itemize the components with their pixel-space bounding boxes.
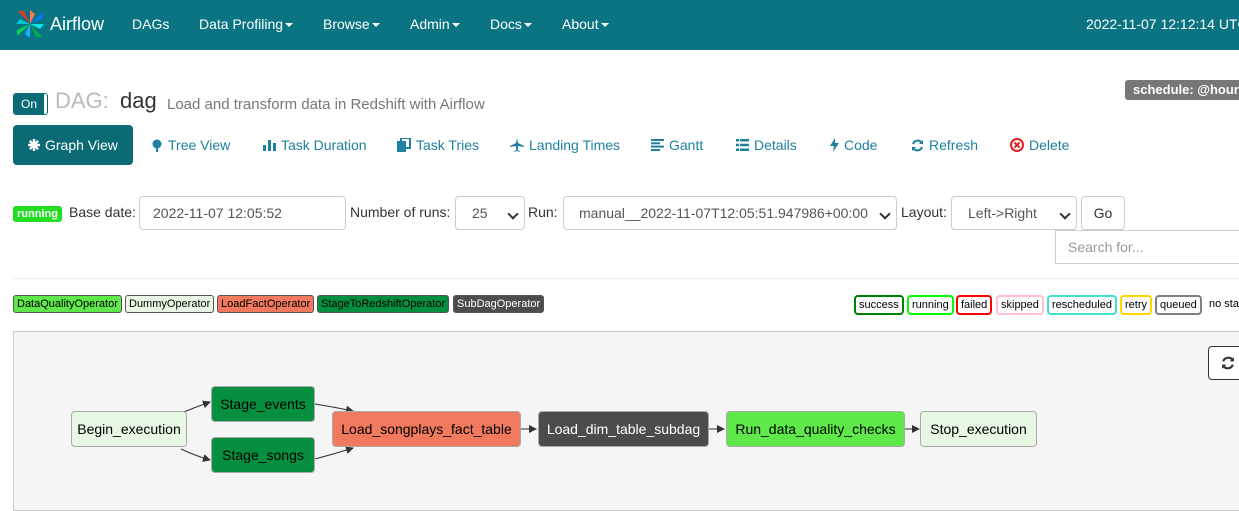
duplicate-icon bbox=[397, 138, 411, 152]
node-stop-execution[interactable]: Stop_execution bbox=[920, 411, 1037, 447]
operator-legend-item: DummyOperator bbox=[125, 295, 215, 313]
dag-prefix: DAG: bbox=[55, 88, 109, 113]
divider bbox=[13, 278, 1239, 279]
dag-description: Load and transform data in Redshift with… bbox=[167, 96, 485, 113]
tab-code[interactable]: Code bbox=[830, 125, 877, 165]
flash-icon bbox=[830, 138, 839, 152]
caret-down-icon bbox=[523, 23, 532, 28]
state-legend-item[interactable]: running bbox=[907, 295, 954, 315]
layout-select[interactable]: Left->Right bbox=[951, 196, 1077, 230]
node-stage-songs[interactable]: Stage_songs bbox=[211, 437, 315, 473]
bar-chart-icon bbox=[263, 140, 276, 151]
refresh-icon bbox=[1222, 356, 1234, 370]
schedule-badge: schedule: @hourly bbox=[1125, 80, 1239, 100]
airflow-logo-icon bbox=[16, 10, 44, 38]
tab-delete[interactable]: Delete bbox=[1010, 125, 1069, 165]
state-legend-item[interactable]: skipped bbox=[996, 295, 1044, 315]
tab-landing-times[interactable]: Landing Times bbox=[510, 125, 620, 165]
edge-begin-stage-songs bbox=[180, 448, 211, 462]
state-legend-item[interactable]: retry bbox=[1120, 295, 1152, 315]
edge-stage-events-load-fact bbox=[314, 403, 354, 414]
edge-stage-songs-load-fact bbox=[314, 446, 354, 460]
tab-graph-view[interactable]: Graph View bbox=[13, 125, 133, 165]
nav-data-profiling[interactable]: Data Profiling bbox=[199, 16, 294, 32]
graph-refresh-button[interactable] bbox=[1208, 346, 1239, 380]
nav-browse[interactable]: Browse bbox=[323, 16, 380, 32]
nav-docs[interactable]: Docs bbox=[490, 16, 532, 32]
go-button[interactable]: Go bbox=[1081, 196, 1125, 230]
remove-circle-icon bbox=[1010, 138, 1024, 152]
caret-down-icon bbox=[451, 23, 460, 28]
node-load-dim-table-subdag[interactable]: Load_dim_table_subdag bbox=[538, 411, 709, 447]
state-legend-item[interactable]: queued bbox=[1155, 295, 1202, 315]
caret-down-icon bbox=[285, 23, 294, 28]
node-stage-events[interactable]: Stage_events bbox=[211, 386, 315, 422]
plane-icon bbox=[510, 138, 524, 152]
state-legend-item[interactable]: failed bbox=[956, 295, 993, 315]
tab-task-duration[interactable]: Task Duration bbox=[263, 125, 367, 165]
tab-details[interactable]: Details bbox=[736, 125, 797, 165]
run-select[interactable]: manual__2022-11-07T12:05:51.947986+00:00 bbox=[563, 196, 897, 230]
dag-name: dag bbox=[120, 88, 157, 113]
tree-icon bbox=[152, 139, 162, 152]
caret-down-icon bbox=[600, 23, 609, 28]
tab-refresh[interactable]: Refresh bbox=[911, 125, 978, 165]
nav-dags[interactable]: DAGs bbox=[132, 16, 169, 32]
refresh-icon bbox=[912, 139, 923, 151]
align-left-icon bbox=[651, 139, 664, 151]
num-runs-label: Number of runs: bbox=[350, 204, 451, 220]
nav-admin[interactable]: Admin bbox=[410, 16, 460, 32]
graph-canvas[interactable]: Begin_execution Stage_events Stage_songs… bbox=[13, 331, 1239, 511]
tab-gantt[interactable]: Gantt bbox=[651, 125, 703, 165]
brand[interactable]: Airflow bbox=[14, 8, 104, 40]
toggle-on-label: On bbox=[14, 94, 44, 114]
search-input[interactable]: Search for... bbox=[1055, 230, 1239, 264]
tab-tree-view[interactable]: Tree View bbox=[151, 125, 230, 165]
state-legend-item[interactable]: rescheduled bbox=[1047, 295, 1117, 315]
brand-name: Airflow bbox=[50, 13, 105, 34]
operator-legend-item: DataQualityOperator bbox=[13, 295, 122, 313]
base-date-input[interactable]: 2022-11-07 12:05:52 bbox=[139, 196, 346, 230]
asterisk-icon bbox=[28, 139, 40, 151]
list-icon bbox=[736, 139, 749, 151]
clock: 2022-11-07 12:12:14 UTC bbox=[1086, 16, 1239, 32]
state-legend-item[interactable]: success bbox=[854, 295, 904, 315]
nav-about[interactable]: About bbox=[562, 16, 609, 32]
num-runs-select[interactable]: 25 bbox=[455, 196, 525, 230]
caret-down-icon bbox=[371, 23, 380, 28]
run-label: Run: bbox=[528, 204, 558, 220]
operator-legend-item: SubDagOperator bbox=[453, 295, 545, 313]
dag-pause-toggle[interactable]: On bbox=[13, 93, 48, 115]
operator-legend-item: LoadFactOperator bbox=[217, 295, 315, 313]
navbar: Airflow DAGs Data Profiling Browse Admin… bbox=[0, 0, 1239, 50]
layout-label: Layout: bbox=[901, 204, 947, 220]
node-run-data-quality-checks[interactable]: Run_data_quality_checks bbox=[726, 411, 905, 447]
operator-legend-item: StageToRedshiftOperator bbox=[317, 295, 450, 313]
dag-run-state-badge: running bbox=[13, 206, 62, 222]
legend-no-status: no status bbox=[1209, 298, 1239, 310]
base-date-label: Base date: bbox=[69, 204, 136, 220]
node-load-songplays-fact-table[interactable]: Load_songplays_fact_table bbox=[332, 411, 521, 447]
tab-task-tries[interactable]: Task Tries bbox=[397, 125, 479, 165]
node-begin-execution[interactable]: Begin_execution bbox=[71, 411, 187, 447]
